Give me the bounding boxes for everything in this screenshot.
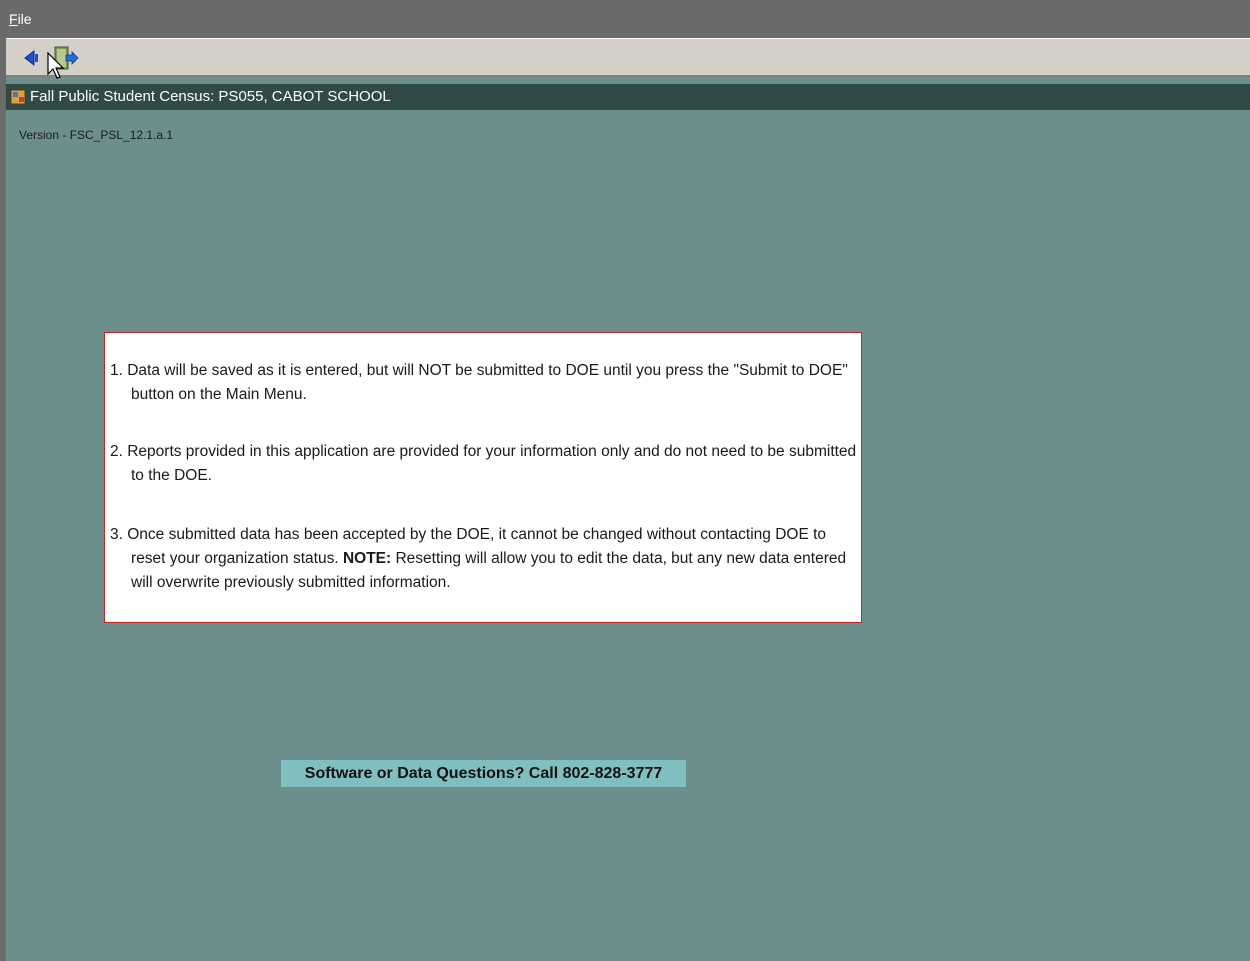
back-arrow-icon[interactable] xyxy=(20,48,40,68)
notice-item-2: 2. Reports provided in this application … xyxy=(110,440,858,488)
window-title-bar: Fall Public Student Census: PS055, CABOT… xyxy=(6,84,1250,110)
menu-bar: File xyxy=(0,0,1250,38)
notice-note-label: NOTE: xyxy=(342,550,392,567)
notice-item-1: 1. Data will be saved as it is entered, … xyxy=(110,359,858,407)
support-contact-banner: Software or Data Questions? Call 802-828… xyxy=(281,760,686,787)
mouse-cursor-icon xyxy=(47,52,65,79)
menu-file-mnemonic: F xyxy=(9,11,18,27)
notice-item-3: 3. Once submitted data has been accepted… xyxy=(110,523,858,595)
window-left-edge xyxy=(0,38,6,961)
notice-item-3-text: 3. Once submitted data has been accepted… xyxy=(110,523,858,595)
menu-file[interactable]: File xyxy=(9,11,32,27)
version-label: Version - FSC_PSL_12.1.a.1 xyxy=(19,128,174,142)
app-icon xyxy=(10,89,26,105)
menu-file-label: ile xyxy=(17,11,32,27)
notice-item-1-text: 1. Data will be saved as it is entered, … xyxy=(110,362,848,403)
notice-item-2-text: 2. Reports provided in this application … xyxy=(110,443,857,484)
window-title: Fall Public Student Census: PS055, CABOT… xyxy=(30,88,391,105)
toolbar xyxy=(6,38,1250,77)
notice-panel: 1. Data will be saved as it is entered, … xyxy=(104,332,862,623)
